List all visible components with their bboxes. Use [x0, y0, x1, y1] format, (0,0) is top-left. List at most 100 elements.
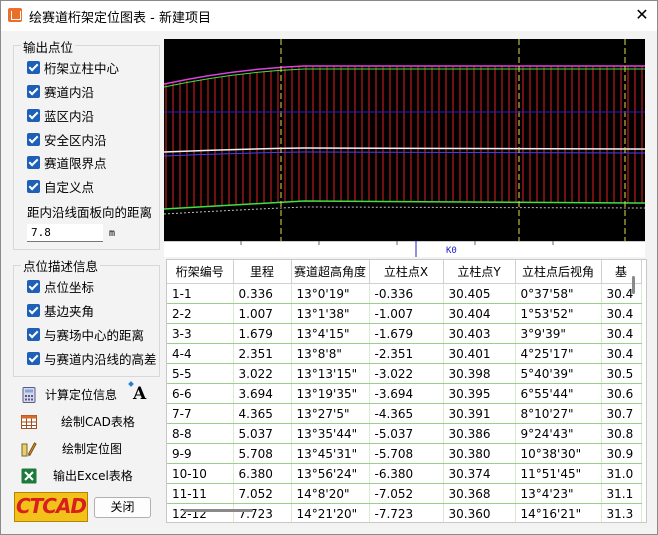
calculator-icon [22, 386, 36, 403]
table-cell: 6°55'44" [515, 383, 602, 404]
table-cell: 2.351 [233, 343, 292, 364]
calc-button[interactable]: 计算定位信息 [21, 386, 117, 403]
checkbox-track-inner-edge[interactable]: 赛道内沿 [27, 81, 94, 101]
checkbox-height-diff[interactable]: 与赛道内沿线的高差 [27, 348, 157, 368]
table-row[interactable]: 11-11 7.052 14°8'20" -7.052 30.368 13°4'23" 31… [167, 483, 642, 504]
table-cell: 13°19'35" [291, 383, 370, 404]
table-cell: -7.723 [369, 503, 444, 522]
table-cell: 30.5 [601, 363, 642, 384]
table-cell: 4-4 [167, 343, 234, 364]
table-cell: -3.694 [369, 383, 444, 404]
table-cell: 30.360 [443, 503, 516, 522]
table-row[interactable]: 1-1 0.336 13°0'19" -0.336 30.405 0°37'58" 30.4 [167, 283, 642, 304]
table-cell: 11°51'45" [515, 463, 602, 484]
table-cell: 7.052 [233, 483, 292, 504]
ruler-ticks [164, 241, 645, 257]
window-close-icon[interactable]: ✕ [629, 3, 655, 27]
table-row[interactable]: 10-10 6.380 13°56'24" -6.380 30.374 11°51'45"… [167, 463, 642, 484]
table-cell: 13°27'5" [291, 403, 370, 424]
table-cell: 13°4'23" [515, 483, 602, 504]
export-excel-button[interactable]: 输出Excel表格 [21, 467, 133, 484]
draw-map-button[interactable]: 绘制定位图 [21, 440, 122, 457]
column-header[interactable]: 立柱点Y [443, 260, 516, 284]
vertical-scrollbar[interactable] [632, 276, 635, 294]
column-header[interactable]: 赛道超高角度 [291, 260, 370, 284]
distance-input[interactable] [27, 224, 103, 242]
truss-table[interactable]: 桁架编号 里程 赛道超高角度 立柱点X 立柱点Y 立柱点后视角基 1-1 0.336 13°0… [166, 259, 647, 523]
station-label: K0 [446, 246, 457, 256]
checkbox-checked-icon [27, 155, 40, 169]
column-header[interactable]: 里程 [233, 260, 292, 284]
table-cell: 1.679 [233, 323, 292, 344]
checkbox-truss-column-center[interactable]: 桁架立柱中心 [27, 57, 119, 77]
column-header[interactable]: 基 [601, 260, 642, 284]
table-row[interactable]: 3-3 1.679 13°4'15" -1.679 30.403 3°9'39" 30.4 [167, 323, 642, 344]
column-header[interactable]: 桁架编号 [167, 260, 234, 284]
output-points-title: 输出点位 [21, 37, 76, 56]
column-header[interactable]: 立柱点后视角 [515, 260, 602, 284]
font-a-icon: A [133, 384, 147, 404]
checkbox-label: 赛道内沿 [44, 84, 95, 100]
table-cell: -3.022 [369, 363, 444, 384]
table-cell: 7.723 [233, 503, 292, 522]
table-cell: 30.8 [601, 423, 642, 444]
checkbox-label: 与赛道内沿线的高差 [44, 351, 157, 367]
distance-label: 距内沿线面板向的距离 [27, 205, 153, 220]
table-cell: 30.403 [443, 323, 516, 344]
table-cell: 14°16'21" [515, 503, 602, 522]
table-row[interactable]: 8-8 5.037 13°35'44" -5.037 30.386 9°24'43" 30.… [167, 423, 642, 444]
table-cell: 4.365 [233, 403, 292, 424]
checkbox-track-limit-point[interactable]: 赛道限界点 [27, 152, 107, 172]
checkbox-safety-zone-inner-edge[interactable]: 安全区内沿 [27, 129, 107, 149]
table-cell: -2.351 [369, 343, 444, 364]
calc-button-label: 计算定位信息 [45, 388, 118, 402]
checkbox-label: 赛道限界点 [44, 155, 107, 171]
table-row[interactable]: 9-9 5.708 13°45'31" -5.708 30.380 10°38'30" 30… [167, 443, 642, 464]
table-cell: -6.380 [369, 463, 444, 484]
table-cell: 30.404 [443, 303, 516, 324]
table-cell: 30.401 [443, 343, 516, 364]
checkbox-label: 基边夹角 [44, 303, 95, 319]
table-cell: 5.708 [233, 443, 292, 464]
table-cell: 8-8 [167, 423, 234, 444]
pencil-ruler-icon [21, 441, 37, 456]
table-cell: 30.368 [443, 483, 516, 504]
checkbox-custom-point[interactable]: 自定义点 [27, 176, 94, 196]
table-cell: 9°24'43" [515, 423, 602, 444]
checkbox-label: 自定义点 [44, 179, 95, 195]
table-row[interactable]: 7-7 4.365 13°27'5" -4.365 30.391 8°10'27" 30.7 [167, 403, 642, 424]
draw-cad-table-button[interactable]: 绘制CAD表格 [21, 413, 135, 430]
close-button[interactable]: 关闭 [94, 497, 151, 518]
station-ruler: K0 [164, 241, 645, 257]
table-row[interactable]: 12-12 7.723 14°21'20" -7.723 30.360 14°16'21"… [167, 503, 642, 522]
table-cell: 30.4 [601, 283, 642, 304]
point-desc-title: 点位描述信息 [21, 256, 101, 275]
checkbox-point-coords[interactable]: 点位坐标 [27, 276, 94, 296]
table-cell: 13°56'24" [291, 463, 370, 484]
table-cell: 13°4'15" [291, 323, 370, 344]
table-cell: 7-7 [167, 403, 234, 424]
cad-preview[interactable] [164, 39, 645, 241]
checkbox-blue-zone-inner-edge[interactable]: 蓝区内沿 [27, 105, 94, 125]
horizontal-scrollbar[interactable] [183, 509, 253, 512]
table-row[interactable]: 2-2 1.007 13°1'38" -1.007 30.404 1°53'52" 30.4 [167, 303, 642, 324]
table-icon [21, 414, 37, 429]
table-row[interactable]: 6-6 3.694 13°19'35" -3.694 30.395 6°55'44" 30.… [167, 383, 642, 404]
table-cell: 30.4 [601, 303, 642, 324]
checkbox-label: 点位坐标 [44, 279, 95, 295]
table-row[interactable]: 5-5 3.022 13°13'15" -3.022 30.398 5°40'39" 30.… [167, 363, 642, 384]
checkbox-base-angle[interactable]: 基边夹角 [27, 300, 94, 320]
table-cell: 30.398 [443, 363, 516, 384]
table-cell: 13°1'38" [291, 303, 370, 324]
table-cell: 13°45'31" [291, 443, 370, 464]
table-row[interactable]: 4-4 2.351 13°8'8" -2.351 30.401 4°25'17" 30.4 [167, 343, 642, 364]
checkbox-label: 与赛场中心的距离 [44, 327, 145, 343]
table-cell: 31.3 [601, 503, 642, 522]
column-header[interactable]: 立柱点X [369, 260, 444, 284]
table-cell: 9-9 [167, 443, 234, 464]
checkbox-label: 桁架立柱中心 [44, 60, 120, 76]
app-icon [8, 8, 22, 22]
checkbox-center-distance[interactable]: 与赛场中心的距离 [27, 324, 144, 344]
table-cell: 13°13'15" [291, 363, 370, 384]
table-cell: 30.405 [443, 283, 516, 304]
